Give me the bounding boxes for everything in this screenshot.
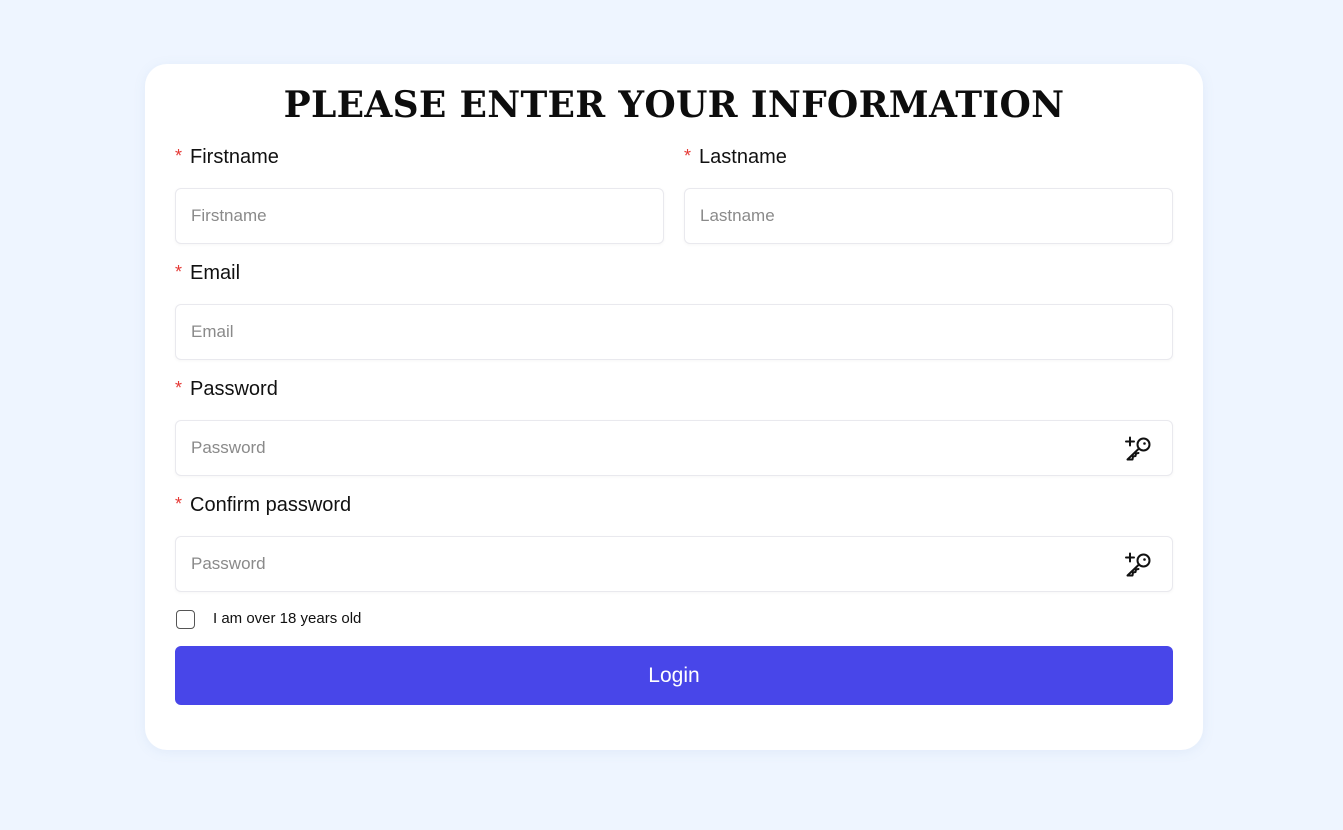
confirm-password-label-text: Confirm password <box>190 494 352 516</box>
registration-card: PLEASE ENTER YOUR INFORMATION * Firstname… <box>145 64 1203 750</box>
lastname-input[interactable] <box>685 189 1172 243</box>
password-input[interactable] <box>176 421 1172 475</box>
required-marker: * <box>175 146 183 166</box>
lastname-label: * Lastname <box>684 146 787 169</box>
firstname-label: * Firstname <box>175 146 279 169</box>
email-input[interactable] <box>176 305 1172 359</box>
required-marker: * <box>175 494 183 514</box>
age-checkbox-label[interactable]: I am over 18 years old <box>213 610 361 627</box>
key-plus-icon[interactable] <box>1124 436 1152 462</box>
lastname-field[interactable] <box>684 188 1173 244</box>
required-marker: * <box>175 378 183 398</box>
confirm-password-label: * Confirm password <box>175 494 351 517</box>
age-checkbox[interactable] <box>176 610 195 629</box>
password-label: * Password <box>175 378 278 401</box>
password-field[interactable] <box>175 420 1173 476</box>
confirm-password-field[interactable] <box>175 536 1173 592</box>
confirm-password-input[interactable] <box>176 537 1172 591</box>
required-marker: * <box>175 262 183 282</box>
password-label-text: Password <box>190 378 278 400</box>
email-field[interactable] <box>175 304 1173 360</box>
required-marker: * <box>684 146 692 166</box>
form-title: PLEASE ENTER YOUR INFORMATION <box>283 84 1065 126</box>
firstname-field[interactable] <box>175 188 664 244</box>
firstname-input[interactable] <box>176 189 663 243</box>
firstname-label-text: Firstname <box>190 146 279 168</box>
email-label: * Email <box>175 262 240 285</box>
login-button[interactable]: Login <box>175 646 1173 705</box>
key-plus-icon[interactable] <box>1124 552 1152 578</box>
email-label-text: Email <box>190 262 241 284</box>
lastname-label-text: Lastname <box>699 146 787 168</box>
